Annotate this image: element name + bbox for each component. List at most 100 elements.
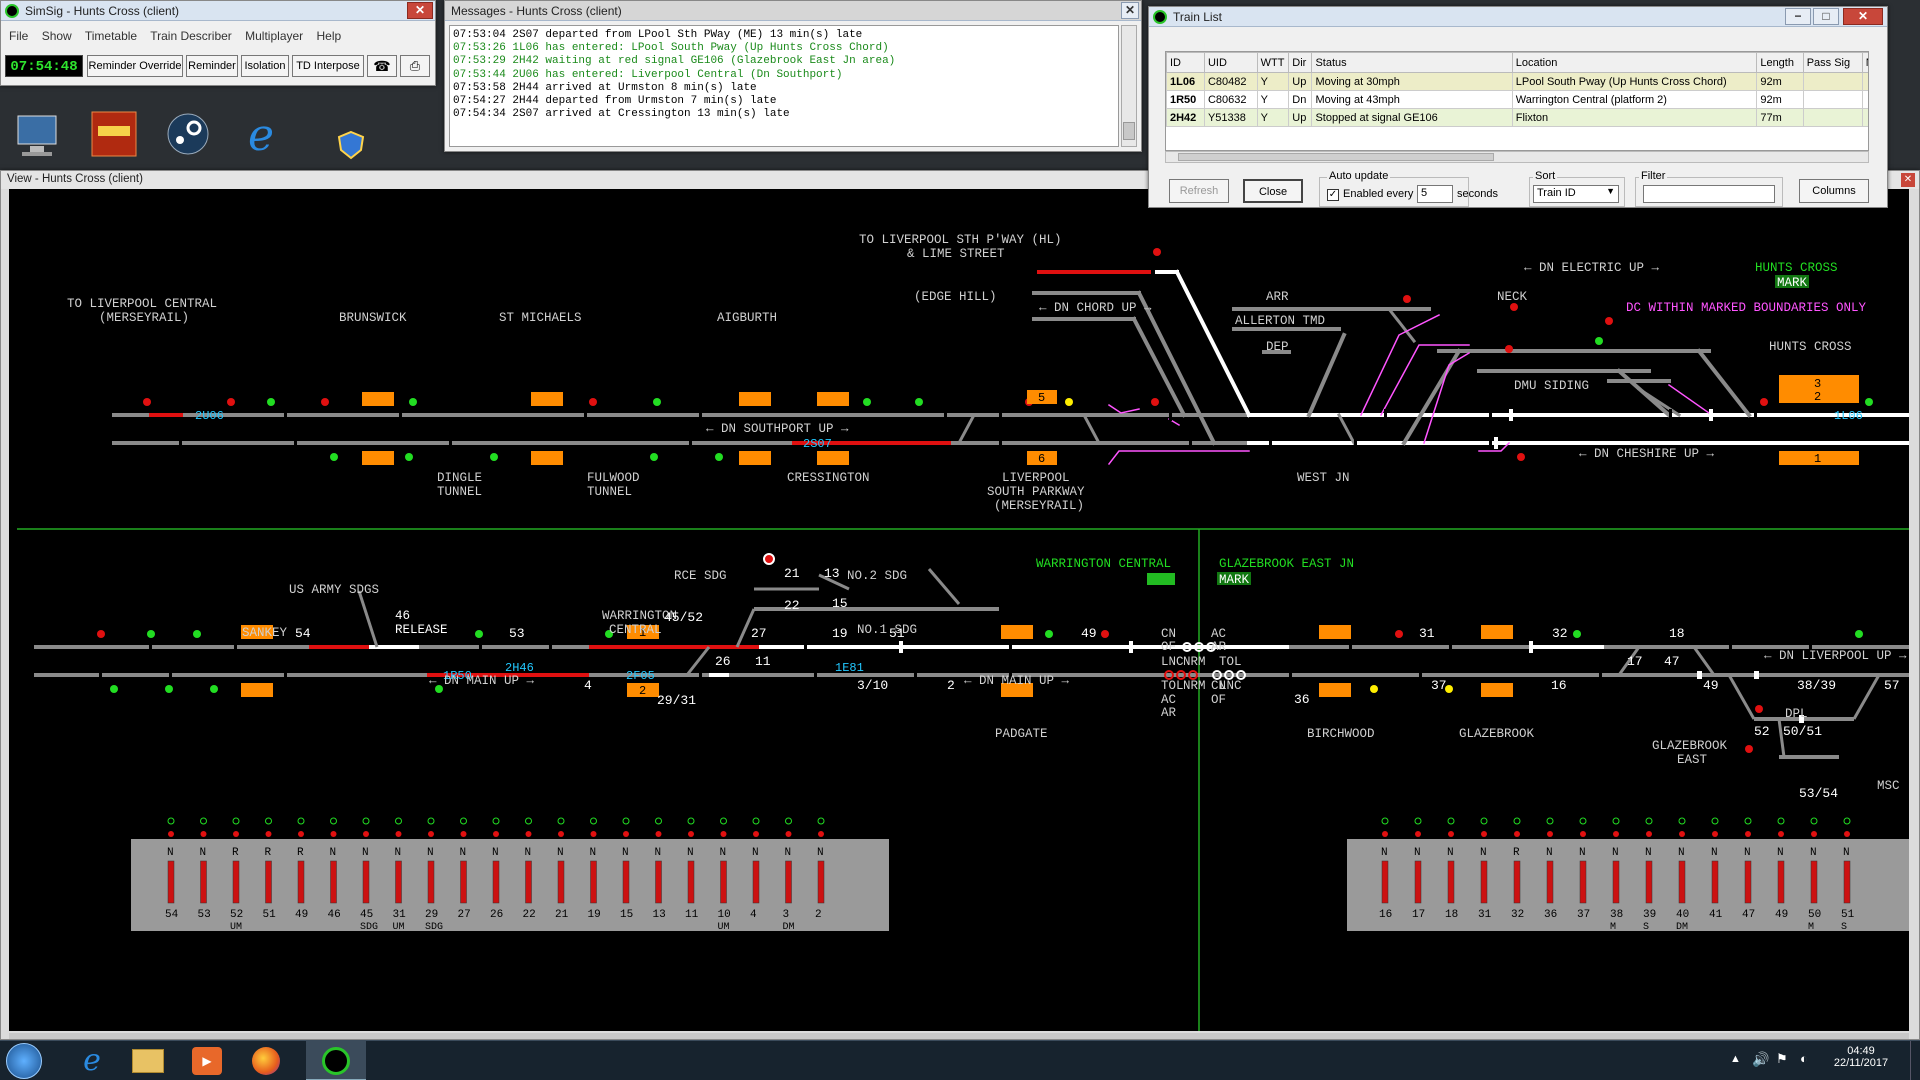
signal-number-36[interactable]: 36 [1294,692,1310,707]
reminder-button[interactable]: Reminder [186,55,238,77]
refresh-button[interactable]: Refresh [1169,179,1229,203]
col-wtt[interactable]: WTT [1256,52,1290,73]
col-pass-sig[interactable]: Pass Sig [1802,52,1863,73]
explorer-taskbar-icon[interactable] [132,1049,164,1073]
messages-list[interactable]: 07:53:04 2S07 departed from LPool Sth PW… [449,25,1119,147]
tray-clock[interactable]: 04:49 22/11/2017 [1828,1045,1894,1069]
isolation-button[interactable]: Isolation [241,55,289,77]
berth-2U06[interactable]: 2U06 [195,409,224,423]
col-length[interactable]: Length [1756,52,1804,73]
signal-number-32[interactable]: 32 [1552,626,1568,641]
network-icon[interactable]: ⚑ [1776,1051,1788,1067]
signal-number-19[interactable]: 19 [832,626,848,641]
signal-number-2[interactable]: 2 [947,678,955,693]
simsig-taskbar-icon[interactable] [306,1041,366,1080]
signal-number-11[interactable]: 11 [755,654,771,669]
table-row[interactable]: 1L06 C80482 Y Up Moving at 30mph LPool South … [1166,72,1868,91]
signal-number-38/39[interactable]: 38/39 [1797,678,1836,693]
td-interpose-button[interactable]: TD Interpose [292,55,364,77]
col-uid[interactable]: UID [1203,52,1258,73]
messages-scrollbar[interactable] [1121,25,1137,147]
media-player-taskbar-icon[interactable]: ▶ [192,1047,222,1075]
view-close-button[interactable]: ✕ [1901,173,1915,187]
lang-icon[interactable]: ◐ [1800,1051,1808,1066]
signal-number-3/10[interactable]: 3/10 [857,678,888,693]
col-dir[interactable]: Dir [1288,52,1313,73]
signal-number-31[interactable]: 31 [1419,626,1435,641]
steam-icon[interactable] [162,110,214,158]
view-horizontal-scrollbar[interactable] [9,1033,1909,1039]
train-list-titlebar[interactable]: Train List − □ ✕ [1149,7,1887,27]
col-location[interactable]: Location [1511,52,1758,73]
close-button[interactable]: Close [1243,179,1303,203]
berth-2S07[interactable]: 2S07 [803,437,832,451]
desktop-computer-icon[interactable] [12,112,64,160]
interval-spinner[interactable]: 5 [1417,185,1453,203]
signal-number-13[interactable]: 13 [824,566,840,581]
filter-input[interactable] [1643,185,1775,203]
signal-number-51[interactable]: 51 [889,626,905,641]
signal-number-29/31[interactable]: 29/31 [657,693,696,708]
signal-number-15[interactable]: 15 [832,596,848,611]
signal-number-54[interactable]: 54 [295,626,311,641]
sort-dropdown[interactable]: Train ID ▼ [1533,185,1619,203]
firefox-taskbar-icon[interactable] [252,1047,280,1075]
clock-display[interactable]: 07:54:48 [5,55,83,77]
maximize-button[interactable]: □ [1813,8,1839,25]
columns-button[interactable]: Columns [1799,179,1869,203]
show-desktop-button[interactable] [1910,1041,1920,1080]
signal-number-47[interactable]: 47 [1664,654,1680,669]
menu-timetable[interactable]: Timetable [85,29,137,43]
berth-2H46[interactable]: 2H46 [505,661,534,675]
berth-1E81[interactable]: 1E81 [835,661,864,675]
col-no[interactable]: No [1861,52,1868,73]
signal-number-37[interactable]: 37 [1431,678,1447,693]
signal-number-27[interactable]: 27 [751,626,767,641]
command-conquer-icon[interactable] [88,110,140,158]
signal-number-53[interactable]: 53 [509,626,525,641]
berth-2F05[interactable]: 2F05 [626,669,655,683]
minimize-button[interactable]: − [1785,8,1811,25]
ie-taskbar-icon[interactable]: e [72,1043,112,1079]
berth-1L06[interactable]: 1L06 [1834,409,1863,423]
menu-show[interactable]: Show [42,29,72,43]
col-status[interactable]: Status [1311,52,1513,73]
table-row[interactable]: 1R50 C80632 Y Dn Moving at 43mph Warrington C… [1166,90,1868,109]
signal-number-49[interactable]: 49 [1703,678,1719,693]
main-window-titlebar[interactable]: SimSig - Hunts Cross (client) ✕ [1,1,435,21]
printer-button[interactable]: ⎙ [400,55,430,77]
signal-number-22[interactable]: 22 [784,598,800,613]
volume-icon[interactable]: 🔊 [1752,1051,1769,1068]
auto-update-checkbox[interactable]: ✓ [1327,189,1339,201]
glazebrook-mark-badge[interactable]: MARK [1219,573,1250,587]
signal-number-45/52[interactable]: 45/52 [664,610,703,625]
menu-train-describer[interactable]: Train Describer [150,29,232,43]
messages-titlebar[interactable]: Messages - Hunts Cross (client) ✕ [445,1,1141,21]
internet-explorer-icon[interactable]: e [238,110,290,161]
signal-number-26[interactable]: 26 [715,654,731,669]
signal-number-53/54[interactable]: 53/54 [1799,786,1838,801]
signal-number-49[interactable]: 49 [1081,626,1097,641]
hunts-cross-mark-badge[interactable]: MARK [1777,276,1808,290]
start-button[interactable] [6,1043,42,1079]
menu-multiplayer[interactable]: Multiplayer [245,29,303,43]
tray-up-arrow-icon[interactable]: ▲ [1730,1053,1741,1065]
train-table-container[interactable]: ID UID WTT Dir Status Location Length Pa… [1165,51,1869,151]
messages-close-button[interactable]: ✕ [1121,2,1139,19]
menu-file[interactable]: File [9,29,28,43]
reminder-override-button[interactable]: Reminder Override [87,55,183,77]
telephone-button[interactable]: ☎ [367,55,397,77]
signal-number-4[interactable]: 4 [584,678,592,693]
train-list-close-icon[interactable]: ✕ [1843,8,1883,25]
menu-help[interactable]: Help [317,29,342,43]
table-row[interactable]: 2H42 Y51338 Y Up Stopped at signal GE106 Flix… [1166,108,1868,127]
signal-number-17[interactable]: 17 [1627,654,1643,669]
signal-number-57[interactable]: 57 [1884,678,1900,693]
signalling-diagram[interactable]: 56 321 2U06 2S07 1L06 TO LIVERPOOL STH P… [9,189,1909,1031]
main-close-button[interactable]: ✕ [407,2,433,19]
train-table-scrollbar[interactable] [1165,151,1869,163]
signal-number-52[interactable]: 52 [1754,724,1770,739]
col-id[interactable]: ID [1166,52,1205,73]
signal-number-21[interactable]: 21 [784,566,800,581]
signal-number-50/51[interactable]: 50/51 [1783,724,1822,739]
